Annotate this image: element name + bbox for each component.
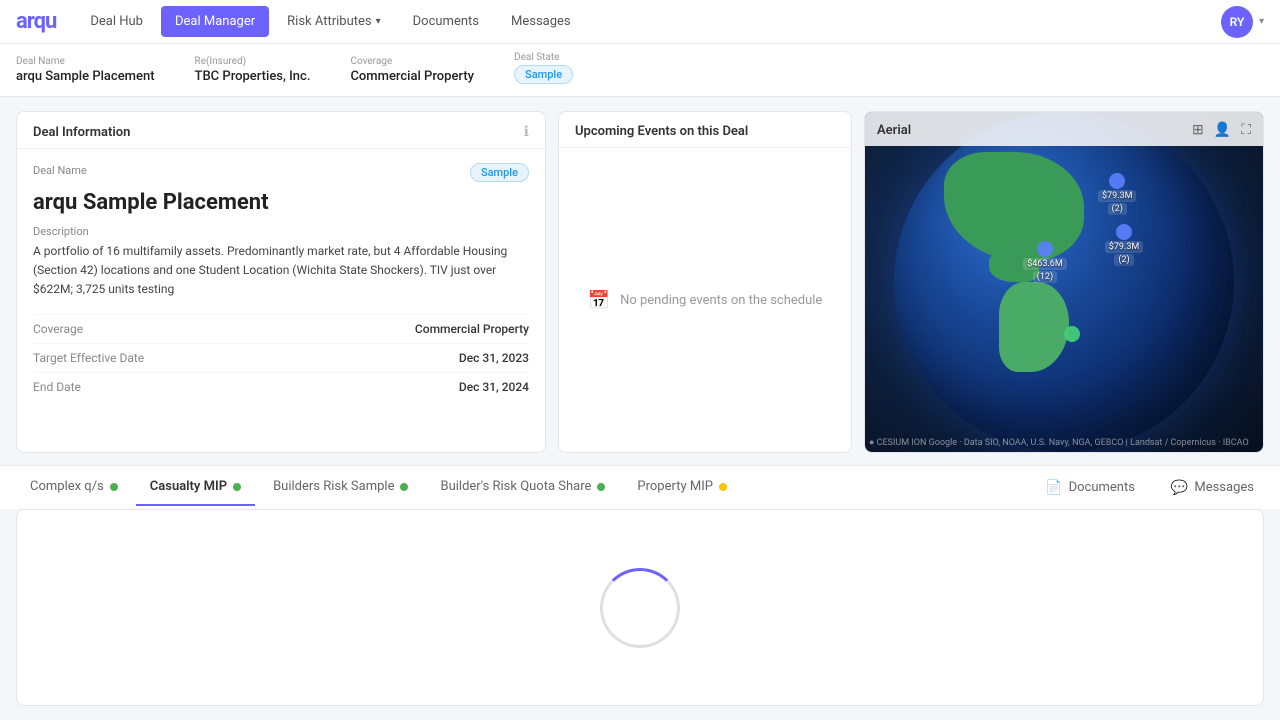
coverage-row: Coverage Commercial Property xyxy=(33,314,529,343)
description-text: A portfolio of 16 multifamily assets. Pr… xyxy=(33,242,529,300)
tab-dot-casualty-mip xyxy=(233,483,241,491)
tab-property-mip[interactable]: Property MIP xyxy=(623,469,741,506)
tab-builders-risk-sample[interactable]: Builders Risk Sample xyxy=(259,469,422,506)
cards-row: Deal Information ℹ Deal Name Sample arqu… xyxy=(0,97,1280,465)
expand-icon[interactable]: ⛶ xyxy=(1241,122,1251,138)
cesium-credit: ● CESIUM ION Google · Data SIO, NOAA, U.… xyxy=(869,437,1259,448)
tabs-section: Complex q/s Casualty MIP Builders Risk S… xyxy=(0,465,1280,509)
user-chevron-icon: ▾ xyxy=(1259,16,1264,27)
events-card: Upcoming Events on this Deal 📅 No pendin… xyxy=(558,111,852,453)
aerial-title: Aerial xyxy=(877,123,911,138)
messages-action-icon: 💬 xyxy=(1171,480,1188,496)
cluster-dot-3 xyxy=(1116,224,1132,240)
logo-text: arqu xyxy=(16,9,56,34)
events-card-header: Upcoming Events on this Deal xyxy=(559,112,851,148)
deal-state-field: Deal State Sample xyxy=(514,52,573,84)
cluster-2: $463.6M (12) xyxy=(1023,241,1067,283)
aerial-card: Aerial ⊞ 👤 ⛶ xyxy=(864,111,1264,453)
tab-casualty-mip[interactable]: Casualty MIP xyxy=(136,469,255,506)
tab-dot-property-mip xyxy=(719,483,727,491)
deal-info-card-header: Deal Information ℹ xyxy=(17,112,545,149)
tab-dot-complex-qs xyxy=(110,483,118,491)
globe: $79.3M (2) $463.6M (12) $79.3M (2) xyxy=(894,112,1234,452)
location-icon[interactable]: 👤 xyxy=(1214,122,1231,138)
tab-complex-qs[interactable]: Complex q/s xyxy=(16,469,132,506)
layers-icon[interactable]: ⊞ xyxy=(1192,122,1204,138)
loading-spinner xyxy=(600,568,680,648)
cluster-dot-4 xyxy=(1064,326,1080,342)
deal-bar: Deal Name arqu Sample Placement Re(Insur… xyxy=(0,44,1280,97)
cluster-dot-2 xyxy=(1037,241,1053,257)
deal-info-card-body: Deal Name Sample arqu Sample Placement D… xyxy=(17,149,545,415)
end-date-row: End Date Dec 31, 2024 xyxy=(33,372,529,401)
nav-messages[interactable]: Messages xyxy=(497,6,585,37)
info-icon[interactable]: ℹ xyxy=(524,124,529,140)
nav-documents[interactable]: Documents xyxy=(399,6,493,37)
events-title: Upcoming Events on this Deal xyxy=(575,124,748,139)
deal-info-deal-title: arqu Sample Placement xyxy=(33,190,529,215)
header: arqu Deal Hub Deal Manager Risk Attribut… xyxy=(0,0,1280,44)
deal-name-label: Deal Name xyxy=(33,164,87,177)
tabs-list: Complex q/s Casualty MIP Builders Risk S… xyxy=(16,469,741,506)
tab-dot-builders-risk-sample xyxy=(400,483,408,491)
events-empty-state: 📅 No pending events on the schedule xyxy=(559,148,851,452)
cluster-dot-1 xyxy=(1109,173,1125,189)
reinsured-field: Re(Insured) TBC Properties, Inc. xyxy=(195,56,311,84)
loading-row xyxy=(0,509,1280,720)
nav-items: Deal Hub Deal Manager Risk Attributes ▾ … xyxy=(76,6,1221,37)
cluster-4 xyxy=(1064,326,1080,342)
coverage-field: Coverage Commercial Property xyxy=(350,56,474,84)
content-area: Deal Information ℹ Deal Name Sample arqu… xyxy=(0,97,1280,720)
logo: arqu xyxy=(16,9,56,34)
land-south-america xyxy=(999,282,1069,372)
loading-area xyxy=(16,509,1264,706)
cluster-3: $79.3M (2) xyxy=(1105,224,1143,266)
tabs-actions: 📄 Documents 💬 Messages xyxy=(1035,474,1264,502)
tab-builders-risk-quota-share[interactable]: Builder's Risk Quota Share xyxy=(426,469,619,506)
cluster-1: $79.3M (2) xyxy=(1098,173,1136,215)
deal-state-badge: Sample xyxy=(514,65,573,84)
user-section[interactable]: RY ▾ xyxy=(1221,6,1264,38)
nav-deal-manager[interactable]: Deal Manager xyxy=(161,6,269,37)
aerial-icons: ⊞ 👤 ⛶ xyxy=(1192,122,1251,138)
globe-container: $79.3M (2) $463.6M (12) $79.3M (2) xyxy=(865,112,1263,452)
deal-name-field: Deal Name arqu Sample Placement xyxy=(16,56,155,84)
nav-deal-hub[interactable]: Deal Hub xyxy=(76,6,157,37)
deal-information-card: Deal Information ℹ Deal Name Sample arqu… xyxy=(16,111,546,453)
documents-action-button[interactable]: 📄 Documents xyxy=(1035,474,1145,502)
calendar-icon: 📅 xyxy=(588,290,610,311)
deal-info-title: Deal Information xyxy=(33,125,130,140)
messages-action-button[interactable]: 💬 Messages xyxy=(1161,474,1264,502)
tab-dot-builders-quota xyxy=(597,483,605,491)
deal-name-header: Deal Name Sample xyxy=(33,163,529,182)
nav-risk-attributes[interactable]: Risk Attributes ▾ xyxy=(273,6,395,37)
description-label: Description xyxy=(33,225,529,238)
aerial-header: Aerial ⊞ 👤 ⛶ xyxy=(865,112,1263,146)
deal-info-badge: Sample xyxy=(470,163,529,182)
avatar[interactable]: RY xyxy=(1221,6,1253,38)
documents-action-icon: 📄 xyxy=(1045,480,1062,496)
risk-attributes-chevron-icon: ▾ xyxy=(376,16,381,27)
target-date-row: Target Effective Date Dec 31, 2023 xyxy=(33,343,529,372)
